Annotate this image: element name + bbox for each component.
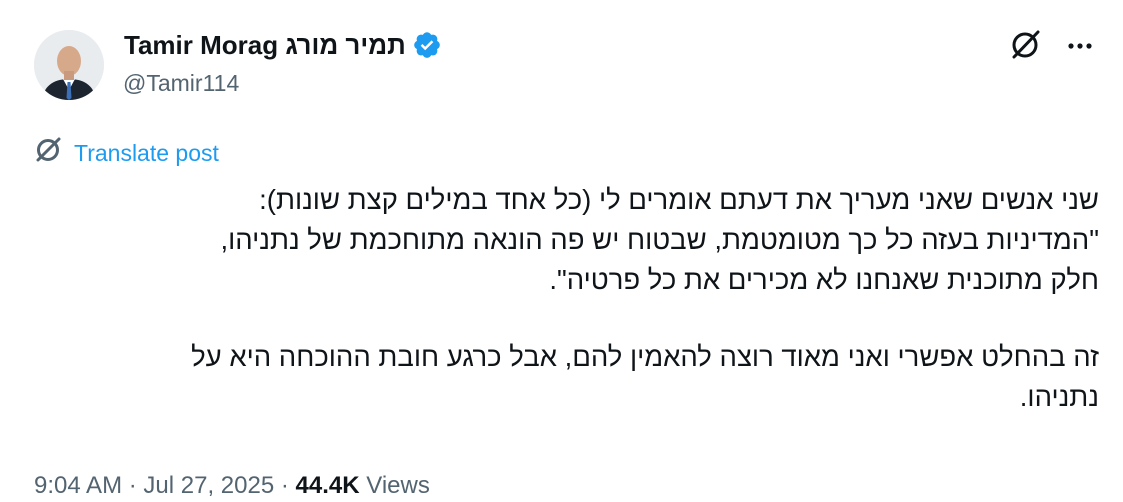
author-handle[interactable]: @Tamir114 (123, 69, 239, 97)
views-count: 44.4K (295, 472, 360, 499)
more-options-button[interactable] (1060, 24, 1100, 68)
tweet-time[interactable]: 9:04 AM (34, 472, 122, 499)
meta-separator: · (280, 472, 289, 499)
translate-label: Translate post (74, 140, 219, 166)
tweet-line: שני אנשים שאני מעריך את דעתם אומרים לי (… (259, 184, 1099, 215)
author-name-row[interactable]: Tamir Morag תמיר מורג (124, 29, 442, 61)
author-display-name[interactable]: Tamir Morag תמיר מורג (124, 29, 406, 61)
avatar[interactable] (34, 30, 104, 100)
tweet-line: נתניהו. (1019, 381, 1099, 412)
verified-badge-icon (412, 30, 442, 60)
tweet-text: שני אנשים שאני מעריך את דעתם אומרים לי (… (19, 180, 1099, 417)
avatar-photo (34, 30, 104, 100)
tweet-meta: 9:04 AM · Jul 27, 2025 · 44.4K Views (34, 470, 430, 502)
grok-button[interactable] (1004, 24, 1048, 68)
tweet-line: זה בהחלט אפשרי ואני מאוד רוצה להאמין להם… (191, 341, 1099, 372)
tweet-line: "המדיניות בעזה כל כך מטומטמת, שבטוח יש פ… (220, 224, 1099, 255)
tweet-line: חלק מתוכנית שאנחנו לא מכירים את כל פרטיה… (549, 264, 1099, 295)
translate-icon (34, 134, 64, 172)
meta-separator: · (128, 472, 137, 499)
views-label: Views (366, 472, 430, 499)
more-icon (1067, 37, 1093, 55)
paragraph-break (19, 300, 1099, 337)
grok-icon (1009, 27, 1043, 66)
translate-post-link[interactable]: Translate post (34, 134, 219, 172)
tweet-date[interactable]: Jul 27, 2025 (143, 472, 274, 499)
